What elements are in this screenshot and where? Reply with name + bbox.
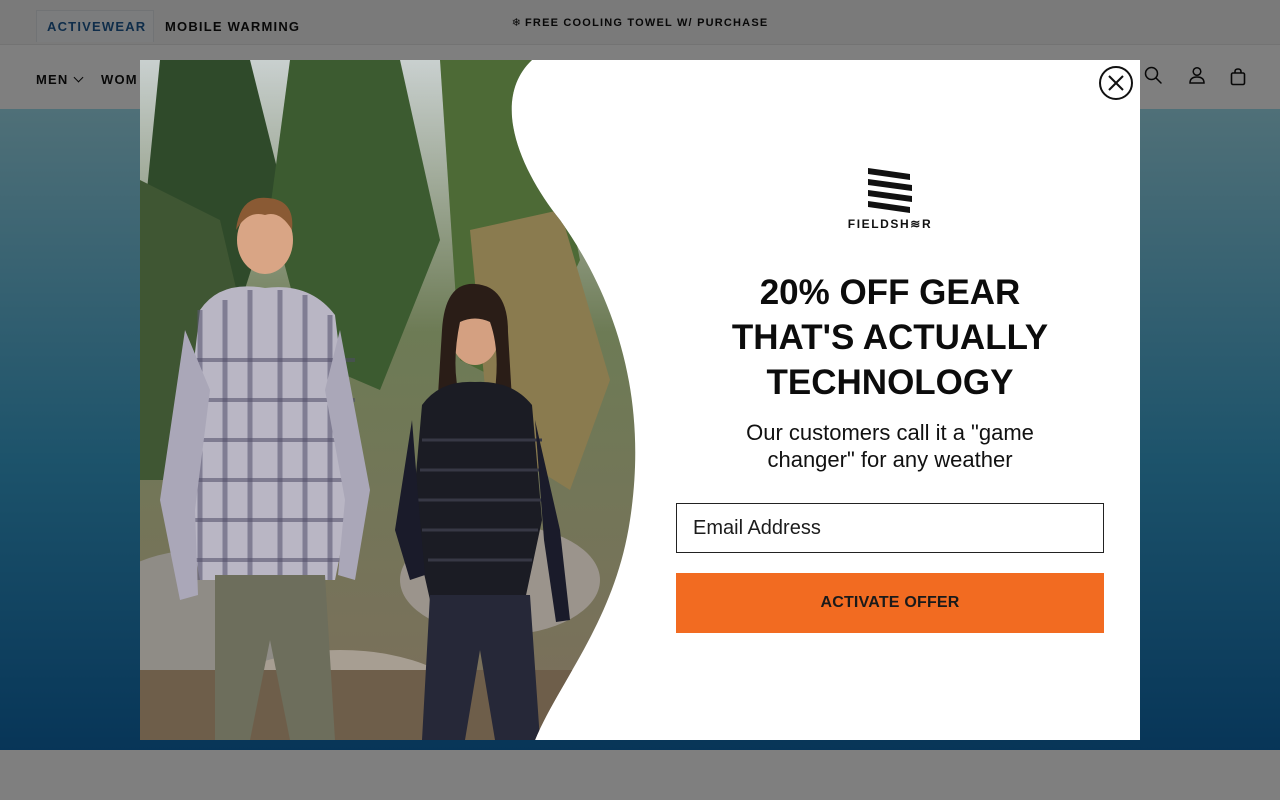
close-icon [1108, 75, 1124, 91]
brand-name: FIELDSH≋R [847, 217, 933, 231]
fieldsheer-logo-mark-icon [868, 168, 912, 213]
hikers-photo [140, 60, 640, 740]
popup-headline: 20% OFF GEAR THAT'S ACTUALLY TECHNOLOGY [731, 273, 1049, 402]
activate-offer-button[interactable]: ACTIVATE OFFER [676, 573, 1104, 633]
close-button[interactable] [1099, 66, 1133, 100]
offer-popup: FIELDSH≋R 20% OFF GEAR THAT'S ACTUALLY T… [140, 60, 1140, 740]
email-field[interactable] [676, 503, 1104, 553]
popup-subheadline: Our customers call it a "game changer" f… [746, 420, 1034, 472]
brand-logo: FIELDSH≋R [844, 168, 936, 231]
